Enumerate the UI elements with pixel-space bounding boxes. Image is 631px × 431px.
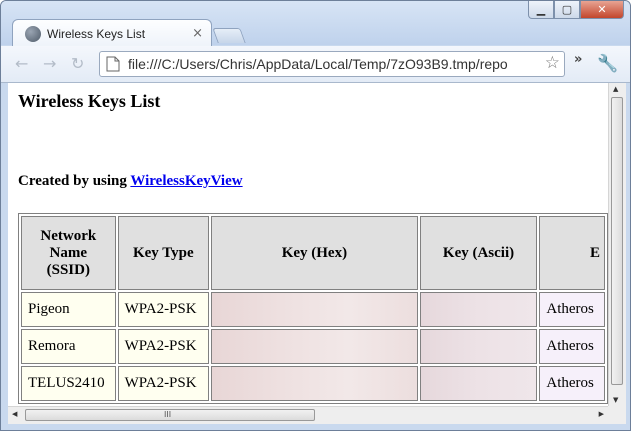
address-bar[interactable]: file:///C:/Users/Chris/AppData/Local/Tem… [99, 51, 565, 77]
forward-icon[interactable]: → [43, 54, 56, 73]
cell-ssid: TELUS2410 [21, 366, 116, 401]
redacted-blur [420, 293, 537, 326]
title-bar: Wireless Keys List × ▁ ▢ ✕ [1, 1, 630, 47]
wrench-menu-icon[interactable]: 🔧 [597, 54, 618, 74]
scroll-right-arrow-icon[interactable]: ▶ [599, 410, 604, 418]
table-row: TELUS2410 WPA2-PSK Atheros [21, 366, 605, 401]
column-header-key-hex: Key (Hex) [211, 216, 418, 290]
cell-key-hex-redacted [211, 329, 418, 364]
cell-key-type: WPA2-PSK [117, 292, 210, 327]
horizontal-scroll-thumb[interactable]: III [25, 409, 315, 421]
vertical-scrollbar[interactable]: ▲ ▼ [608, 83, 626, 406]
scroll-up-arrow-icon[interactable]: ▲ [613, 85, 618, 93]
page-title: Wireless Keys List [18, 91, 161, 111]
wireless-keys-table: Network Name (SSID) Key Type Key (Hex) Key… [18, 213, 608, 404]
created-by-line: Created by using WirelessKeyView [18, 173, 243, 190]
cell-key-hex-redacted [211, 366, 418, 401]
browser-toolbar: ← → ↻ file:///C:/Users/Chris/AppData/Loc… [1, 46, 630, 83]
page-content: Wireless Keys List Created by using Wire… [8, 83, 608, 406]
close-window-button[interactable]: ✕ [580, 1, 624, 19]
column-header-ssid: Network Name (SSID) [21, 216, 116, 290]
created-by-label: Created by using [18, 173, 127, 189]
scroll-left-arrow-icon[interactable]: ◀ [12, 410, 17, 418]
redacted-blur [212, 293, 417, 326]
column-header-adapter: E [539, 216, 605, 290]
extensions-chevron-icon[interactable]: » [574, 52, 582, 67]
cell-adapter: Atheros [539, 329, 605, 364]
back-icon[interactable]: ← [15, 54, 28, 73]
cell-key-type: WPA2-PSK [117, 329, 210, 364]
window-bottom-frame [1, 424, 630, 430]
new-tab-button[interactable] [212, 28, 246, 43]
cell-adapter: Atheros [539, 366, 605, 401]
maximize-button[interactable]: ▢ [554, 1, 580, 19]
browser-window: Wireless Keys List × ▁ ▢ ✕ ← → ↻ file://… [0, 0, 631, 431]
cell-key-ascii-redacted [419, 329, 538, 364]
column-header-key-ascii: Key (Ascii) [419, 216, 538, 290]
cell-adapter: Atheros [539, 292, 605, 327]
column-header-key-type: Key Type [117, 216, 210, 290]
redacted-blur [420, 367, 537, 400]
bookmark-star-icon[interactable]: ☆ [545, 53, 560, 73]
vertical-scroll-thumb[interactable] [611, 97, 623, 385]
table-row: Remora WPA2-PSK Atheros [21, 329, 605, 364]
scroll-down-arrow-icon[interactable]: ▼ [613, 396, 618, 404]
cell-key-hex-redacted [211, 292, 418, 327]
horizontal-scrollbar[interactable]: ◀ III ▶ [8, 406, 608, 424]
cell-ssid: Remora [21, 329, 116, 364]
scroll-grip-icon: III [164, 410, 172, 419]
scrollbar-corner [608, 406, 626, 424]
redacted-blur [212, 367, 417, 400]
cell-key-ascii-redacted [419, 292, 538, 327]
table-row: Pigeon WPA2-PSK Atheros [21, 292, 605, 327]
wirelesskeyview-link[interactable]: WirelessKeyView [130, 173, 242, 189]
cell-key-ascii-redacted [419, 366, 538, 401]
page-icon [106, 56, 120, 72]
reload-icon[interactable]: ↻ [71, 54, 84, 73]
cell-ssid: Pigeon [21, 292, 116, 327]
tab-title: Wireless Keys List [47, 27, 146, 41]
cell-key-type: WPA2-PSK [117, 366, 210, 401]
redacted-blur [212, 330, 417, 363]
browser-tab[interactable]: Wireless Keys List × [12, 19, 212, 47]
window-controls: ▁ ▢ ✕ [528, 1, 624, 19]
redacted-blur [420, 330, 537, 363]
url-text[interactable]: file:///C:/Users/Chris/AppData/Local/Tem… [128, 56, 538, 72]
minimize-button[interactable]: ▁ [528, 1, 554, 19]
table-header-row: Network Name (SSID) Key Type Key (Hex) Key… [21, 216, 605, 290]
tab-close-icon[interactable]: × [192, 26, 203, 41]
globe-icon [25, 26, 41, 42]
